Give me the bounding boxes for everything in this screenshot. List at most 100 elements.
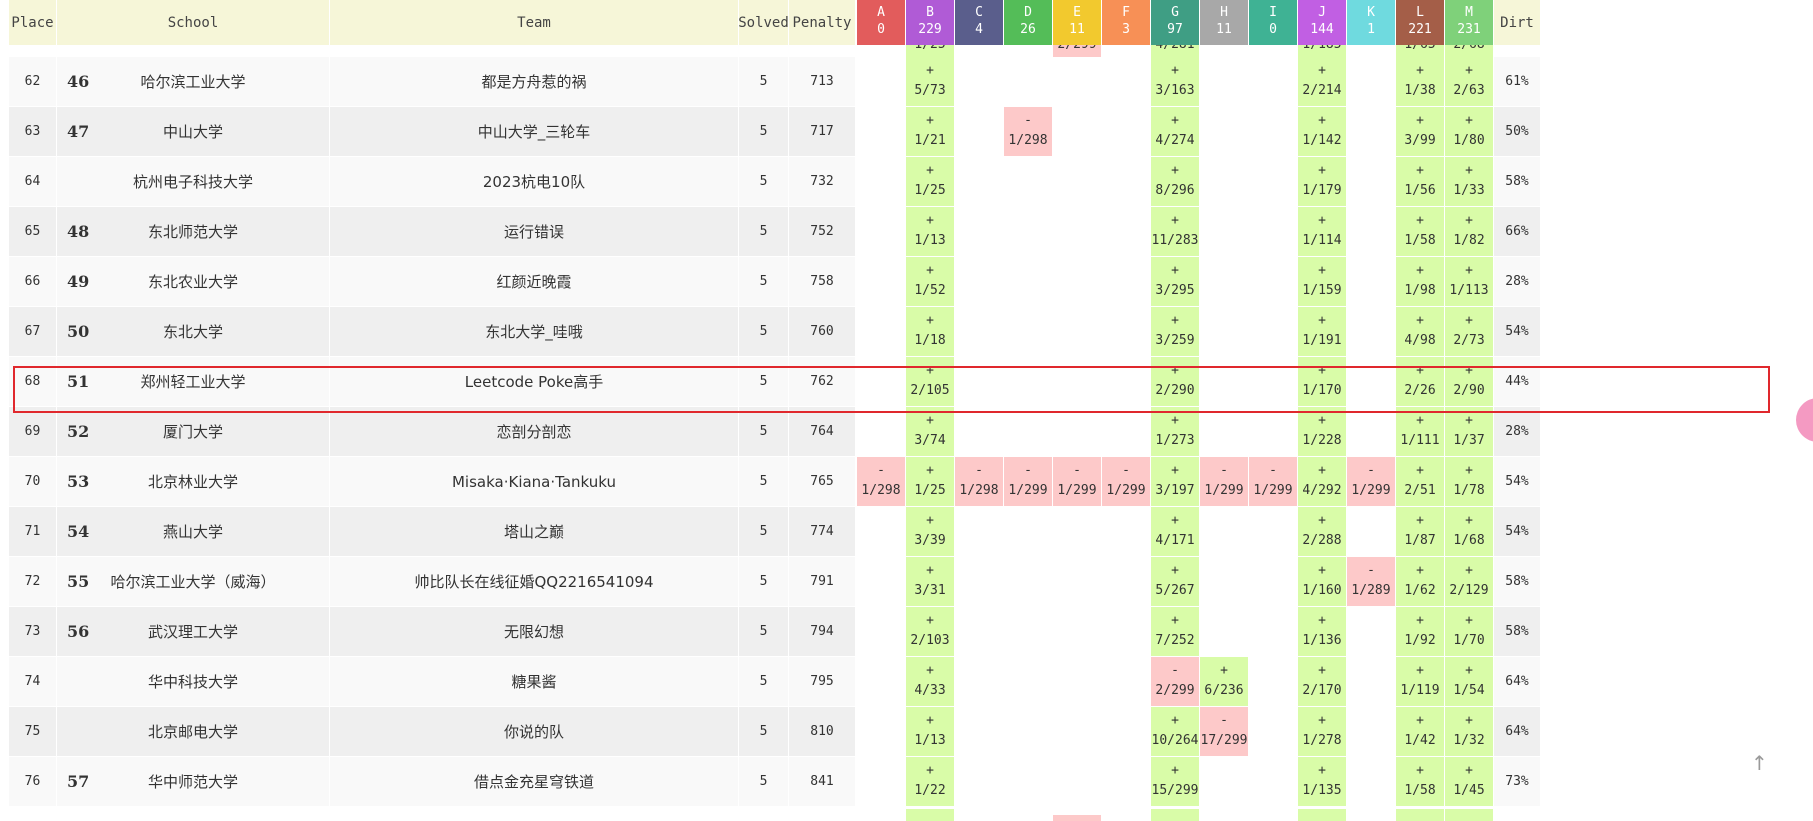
problem-cell-m[interactable]: +1/45 — [1445, 757, 1493, 806]
problem-cell-l[interactable]: +2/51 — [1396, 457, 1444, 506]
problem-cell-m[interactable]: +1/32 — [1445, 707, 1493, 756]
problem-cell-l[interactable]: +3/99 — [1396, 107, 1444, 156]
problem-cell-g[interactable]: +1/273 — [1151, 407, 1199, 456]
problem-cell-j[interactable]: +2/170 — [1298, 657, 1346, 706]
problem-cell-m[interactable]: +2/63 — [1445, 57, 1493, 106]
problem-cell-m[interactable]: +2/129 — [1445, 557, 1493, 606]
problem-header-m[interactable]: M 231 — [1445, 0, 1493, 45]
problem-cell-l[interactable]: +2/26 — [1396, 357, 1444, 406]
problem-cell-b[interactable]: +1/25 — [906, 157, 954, 206]
problem-cell-g[interactable]: +3/197 — [1151, 457, 1199, 506]
problem-cell-m[interactable]: +2/90 — [1445, 357, 1493, 406]
problem-cell-g[interactable]: +15/299 — [1151, 757, 1199, 806]
problem-cell-h[interactable]: - 1/299 — [1200, 457, 1248, 506]
problem-cell-b[interactable]: +1/13 — [906, 707, 954, 756]
problem-cell-b[interactable]: +1/22 — [906, 757, 954, 806]
problem-cell-l[interactable]: +1/98 — [1396, 257, 1444, 306]
table-row[interactable]: 68 郑州轻工业大学 Leetcode Poke高手 5 762 44% 51 +2/105 +… — [9, 357, 1540, 406]
problem-cell-j[interactable]: +1/228 — [1298, 407, 1346, 456]
table-row[interactable]: 67 东北大学 东北大学_哇哦 5 760 54% 50 +1/18 +3/259 +1/191 +… — [9, 307, 1540, 356]
problem-cell-b[interactable]: +3/31 — [906, 557, 954, 606]
problem-cell-j[interactable]: +4/292 — [1298, 457, 1346, 506]
problem-header-i[interactable]: I0 — [1249, 0, 1297, 45]
problem-cell-j[interactable]: +2/288 — [1298, 507, 1346, 556]
table-row[interactable]: 63 中山大学 中山大学_三轮车 5 717 50% 47 +1/21 - 1/298 +4/274… — [9, 107, 1540, 156]
table-row[interactable]: 73 武汉理工大学 无限幻想 5 794 58% 56 +2/103 +7/252 +1/136 +… — [9, 607, 1540, 656]
problem-cell-g[interactable]: +5/267 — [1151, 557, 1199, 606]
problem-cell-b[interactable]: +1/25 — [906, 457, 954, 506]
problem-cell-e[interactable]: - 1/299 — [1053, 457, 1101, 506]
problem-cell-g[interactable]: - 2/299 — [1151, 657, 1199, 706]
problem-cell-b[interactable]: +1/18 — [906, 307, 954, 356]
problem-cell-b[interactable]: +2/105 — [906, 357, 954, 406]
table-row[interactable]: 74 华中科技大学 糖果酱 5 795 64% +4/33-2/299 +6/236 +2/17… — [9, 657, 1540, 706]
table-row[interactable]: 65 东北师范大学 运行错误 5 752 66% 48 +1/13 +11/283 +1/114 +… — [9, 207, 1540, 256]
problem-cell-m[interactable]: +1/68 — [1445, 507, 1493, 556]
problem-header-c[interactable]: C4 — [955, 0, 1003, 45]
problem-header-b[interactable]: B 229 — [906, 0, 954, 45]
side-float-button[interactable] — [1796, 398, 1813, 442]
table-row[interactable]: 75 北京邮电大学 你说的队 5 810 64% +1/13 +10/264-17/299 +1… — [9, 707, 1540, 756]
table-row[interactable]: 71 燕山大学 塔山之巅 5 774 54% 54 +3/39 +4/171 +2/288 +1/8… — [9, 507, 1540, 556]
problem-cell-g[interactable]: +3/259 — [1151, 307, 1199, 356]
problem-cell-l[interactable]: +1/111 — [1396, 407, 1444, 456]
problem-cell-m[interactable]: +1/113 — [1445, 257, 1493, 306]
problem-cell-m[interactable]: +2/73 — [1445, 307, 1493, 356]
table-row[interactable]: 76 华中师范大学 借点金充星穹铁道 5 841 73% 57 +1/22 +15/299 +1/… — [9, 757, 1540, 806]
problem-cell-j[interactable]: +1/170 — [1298, 357, 1346, 406]
problem-cell-m[interactable]: +1/37 — [1445, 407, 1493, 456]
problem-cell-l[interactable]: +1/119 — [1396, 657, 1444, 706]
problem-cell-i[interactable]: - 1/299 — [1249, 457, 1297, 506]
problem-header-f[interactable]: F3 — [1102, 0, 1150, 45]
problem-cell-m[interactable]: +1/33 — [1445, 157, 1493, 206]
problem-cell-g[interactable]: +4/274 — [1151, 107, 1199, 156]
problem-header-e[interactable]: E 11 — [1053, 0, 1101, 45]
header-dirt[interactable]: Dirt — [1494, 0, 1540, 45]
table-row[interactable]: 70 北京林业大学 Misaka·Kiana·Tankuku 5 765 54% 53 - 1/… — [9, 457, 1540, 506]
problem-cell-b[interactable]: +3/74 — [906, 407, 954, 456]
problem-cell-d[interactable]: - 1/299 — [1004, 457, 1052, 506]
problem-cell-f[interactable]: - 1/299 — [1102, 457, 1150, 506]
problem-cell-j[interactable]: +1/142 — [1298, 107, 1346, 156]
problem-cell-k[interactable]: - 1/299 — [1347, 457, 1395, 506]
problem-header-k[interactable]: K1 — [1347, 0, 1395, 45]
problem-cell-b[interactable]: +1/13 — [906, 207, 954, 256]
problem-cell-m[interactable]: +1/78 — [1445, 457, 1493, 506]
problem-cell-g[interactable]: +4/171 — [1151, 507, 1199, 556]
problem-cell-g[interactable]: +3/163 — [1151, 57, 1199, 106]
problem-cell-g[interactable]: +2/290 — [1151, 357, 1199, 406]
problem-cell-l[interactable]: +4/98 — [1396, 307, 1444, 356]
problem-cell-j[interactable]: +1/179 — [1298, 157, 1346, 206]
back-to-top-icon[interactable]: ↑ — [1751, 751, 1768, 775]
header-penalty[interactable]: Penalty — [789, 0, 855, 45]
table-row[interactable]: 72 哈尔滨工业大学（威海） 帅比队长在线征婚QQ2216541094 5 791 58%… — [9, 557, 1540, 606]
problem-cell-k[interactable]: - 1/289 — [1347, 557, 1395, 606]
header-place[interactable]: Place — [9, 0, 56, 45]
problem-cell-b[interactable]: +3/39 — [906, 507, 954, 556]
problem-header-d[interactable]: D 26 — [1004, 0, 1052, 45]
problem-cell-g[interactable]: +11/283 — [1151, 207, 1199, 256]
problem-cell-b[interactable]: +4/33 — [906, 657, 954, 706]
problem-cell-d[interactable]: - 1/298 — [1004, 107, 1052, 156]
problem-cell-m[interactable]: +1/82 — [1445, 207, 1493, 256]
problem-cell-j[interactable]: +1/278 — [1298, 707, 1346, 756]
problem-cell-l[interactable]: +1/92 — [1396, 607, 1444, 656]
problem-header-a[interactable]: A0 — [857, 0, 905, 45]
header-solved[interactable]: Solved — [738, 0, 789, 45]
table-row[interactable]: 69 厦门大学 恋剖分剖恋 5 764 28% 52 +3/74 +1/273 +1/228 +1/… — [9, 407, 1540, 456]
header-school[interactable]: School — [57, 0, 329, 45]
problem-cell-l[interactable]: +1/62 — [1396, 557, 1444, 606]
problem-cell-l[interactable]: +1/56 — [1396, 157, 1444, 206]
problem-cell-m[interactable]: +1/54 — [1445, 657, 1493, 706]
table-row[interactable]: 66 东北农业大学 红颜近晚霞 5 758 28% 49 +1/52 +3/295 +1/159 +… — [9, 257, 1540, 306]
problem-cell-j[interactable]: +1/160 — [1298, 557, 1346, 606]
problem-header-j[interactable]: J 144 — [1298, 0, 1346, 45]
problem-cell-j[interactable]: +1/191 — [1298, 307, 1346, 356]
problem-cell-b[interactable]: +5/73 — [906, 57, 954, 106]
problem-cell-l[interactable]: +1/58 — [1396, 757, 1444, 806]
problem-cell-j[interactable]: +2/214 — [1298, 57, 1346, 106]
problem-cell-j[interactable]: +1/159 — [1298, 257, 1346, 306]
problem-cell-b[interactable]: +1/52 — [906, 257, 954, 306]
problem-cell-a[interactable]: - 1/298 — [857, 457, 905, 506]
problem-header-h[interactable]: H 11 — [1200, 0, 1248, 45]
